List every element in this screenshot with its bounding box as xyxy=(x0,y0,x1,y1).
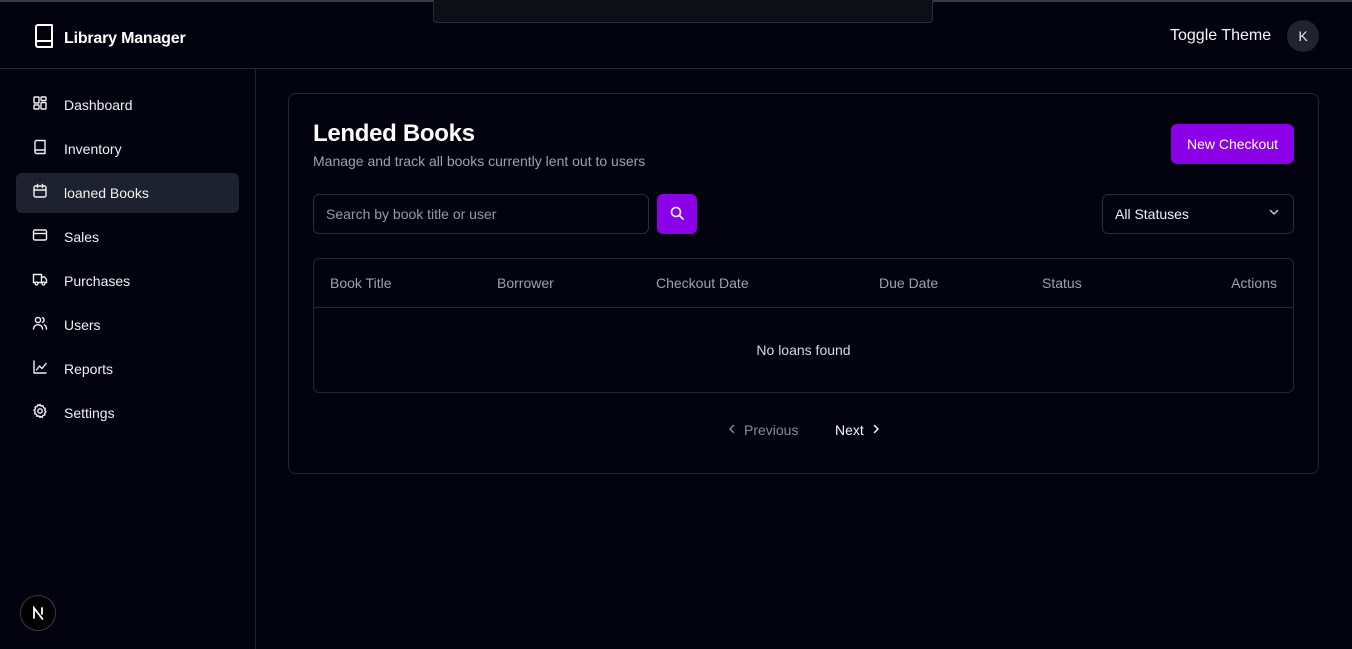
book-icon xyxy=(32,139,48,160)
chevron-down-icon xyxy=(1267,205,1281,224)
next-label: Next xyxy=(835,422,864,438)
sidebar-item-loaned-books[interactable]: loaned Books xyxy=(16,173,239,213)
page-title: Lended Books xyxy=(313,120,475,147)
loans-table: Book Title Borrower Checkout Date Due Da… xyxy=(313,258,1294,393)
nextjs-logo-icon[interactable] xyxy=(20,595,56,631)
column-header-checkout-date: Checkout Date xyxy=(656,275,749,291)
column-header-status: Status xyxy=(1042,275,1082,291)
new-checkout-button[interactable]: New Checkout xyxy=(1171,124,1294,164)
truck-icon xyxy=(32,271,48,292)
sidebar-item-users[interactable]: Users xyxy=(16,305,239,345)
line-chart-icon xyxy=(32,359,48,380)
column-header-book-title: Book Title xyxy=(330,275,392,291)
search-input[interactable] xyxy=(313,194,649,234)
calendar-icon xyxy=(32,183,48,204)
brand[interactable]: Library Manager xyxy=(32,23,186,54)
lended-books-card: Lended Books Manage and track all books … xyxy=(288,93,1319,474)
column-header-due-date: Due Date xyxy=(879,275,939,291)
status-filter-select[interactable]: All Statuses xyxy=(1102,194,1294,234)
page-subtitle: Manage and track all books currently len… xyxy=(313,153,646,169)
previous-page-button[interactable]: Previous xyxy=(725,419,798,441)
user-avatar[interactable]: K xyxy=(1287,20,1319,52)
sidebar-item-label: Users xyxy=(64,317,101,333)
previous-label: Previous xyxy=(744,422,799,438)
sidebar-item-dashboard[interactable]: Dashboard xyxy=(16,85,239,125)
column-header-actions: Actions xyxy=(1231,275,1277,291)
sidebar-item-label: loaned Books xyxy=(64,185,149,201)
search-button[interactable] xyxy=(657,194,697,234)
users-icon xyxy=(32,315,48,336)
app-header: Library Manager Toggle Theme K xyxy=(0,2,1352,69)
sidebar-item-label: Sales xyxy=(64,229,100,245)
empty-table-message: No loans found xyxy=(756,342,851,358)
sidebar-item-settings[interactable]: Settings xyxy=(16,393,239,433)
app-name: Library Manager xyxy=(64,29,186,47)
sidebar-item-inventory[interactable]: Inventory xyxy=(16,129,239,169)
table-header-row: Book Title Borrower Checkout Date Due Da… xyxy=(314,259,1293,308)
credit-card-icon xyxy=(32,227,48,248)
status-filter-value: All Statuses xyxy=(1115,206,1189,222)
next-page-button[interactable]: Next xyxy=(835,419,883,441)
sidebar-item-purchases[interactable]: Purchases xyxy=(16,261,239,301)
gear-icon xyxy=(32,403,48,424)
chevron-left-icon xyxy=(725,422,739,439)
search-icon xyxy=(669,205,685,224)
sidebar: Dashboard Inventory loaned Books Sales P… xyxy=(0,69,256,649)
sidebar-item-label: Settings xyxy=(64,405,115,421)
sidebar-item-label: Reports xyxy=(64,361,114,377)
sidebar-item-sales[interactable]: Sales xyxy=(16,217,239,257)
column-header-borrower: Borrower xyxy=(497,275,554,291)
toggle-theme-button[interactable]: Toggle Theme xyxy=(1162,22,1279,50)
chevron-right-icon xyxy=(869,422,883,439)
dashboard-icon xyxy=(32,95,48,116)
book-logo-icon xyxy=(32,23,56,54)
sidebar-item-label: Dashboard xyxy=(64,97,133,113)
sidebar-item-reports[interactable]: Reports xyxy=(16,349,239,389)
sidebar-item-label: Purchases xyxy=(64,273,131,289)
sidebar-item-label: Inventory xyxy=(64,141,122,157)
